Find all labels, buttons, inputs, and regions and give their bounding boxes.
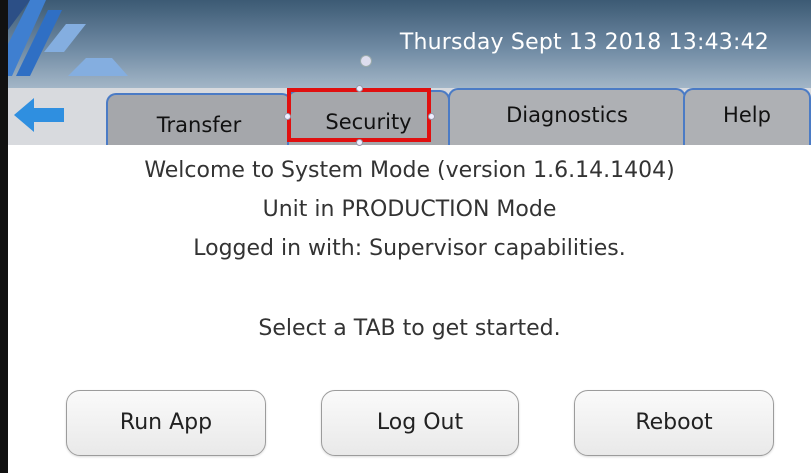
log-out-button[interactable]: Log Out	[321, 390, 519, 456]
main-content: Welcome to System Mode (version 1.6.14.1…	[8, 145, 811, 473]
tab-help-label: Help	[723, 103, 771, 127]
selection-handle-icon	[356, 139, 363, 146]
selection-handle-icon	[284, 113, 291, 120]
selection-handle-icon	[428, 113, 435, 120]
run-app-button[interactable]: Run App	[66, 390, 266, 456]
tab-diagnostics-label: Diagnostics	[506, 103, 628, 127]
header-datetime: Thursday Sept 13 2018 13:43:42	[399, 30, 769, 55]
rotate-handle-icon	[360, 55, 372, 67]
tab-transfer-label: Transfer	[156, 113, 242, 137]
reboot-button[interactable]: Reboot	[574, 390, 774, 456]
header-bar: Thursday Sept 13 2018 13:43:42	[8, 0, 811, 88]
window-frame-edge	[0, 0, 8, 473]
tab-security-label: Security	[325, 110, 412, 134]
company-logo	[8, 0, 128, 76]
tab-transfer[interactable]: Transfer	[106, 93, 292, 145]
tab-strip: Transfer Security Diagnostics Help	[8, 88, 811, 145]
welcome-text: Welcome to System Mode (version 1.6.14.1…	[144, 158, 675, 183]
back-arrow-icon[interactable]	[14, 98, 68, 132]
mode-text: Unit in PRODUCTION Mode	[262, 197, 557, 222]
login-text: Logged in with: Supervisor capabilities.	[193, 236, 626, 261]
tab-diagnostics[interactable]: Diagnostics	[448, 88, 686, 145]
tab-security[interactable]: Security	[287, 90, 450, 145]
prompt-text: Select a TAB to get started.	[258, 316, 561, 341]
selection-handle-icon	[356, 85, 363, 92]
tab-help[interactable]: Help	[683, 88, 811, 145]
